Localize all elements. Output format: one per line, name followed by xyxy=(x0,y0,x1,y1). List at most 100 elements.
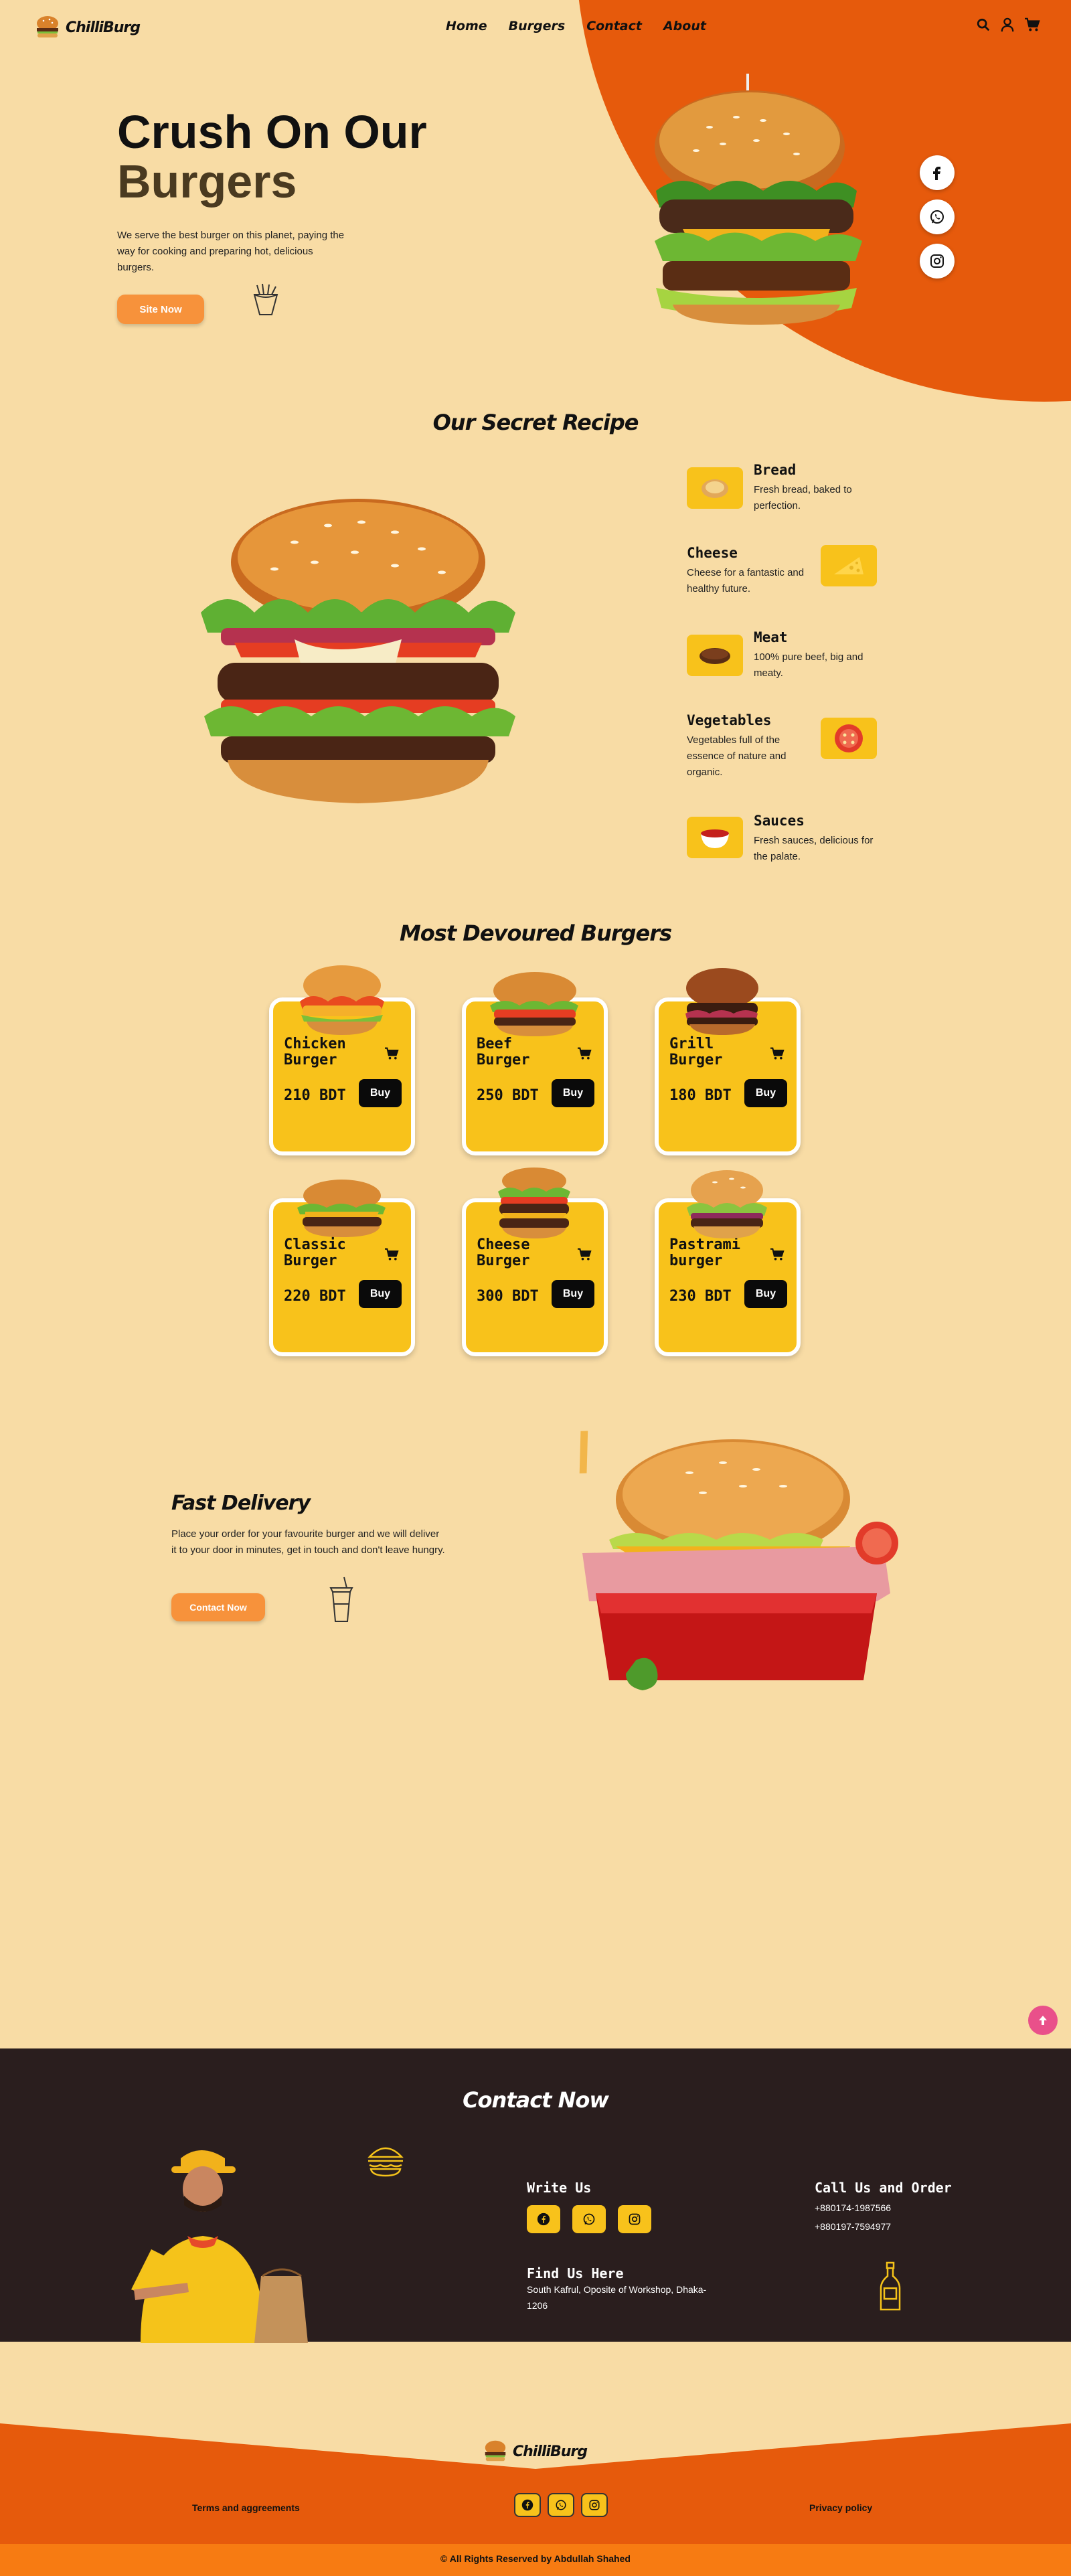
card-name: Chicken Burger xyxy=(284,1036,346,1068)
phone-number-2[interactable]: +880197-7594977 xyxy=(815,2219,891,2235)
buy-button[interactable]: Buy xyxy=(744,1280,787,1308)
user-icon[interactable] xyxy=(1000,17,1015,32)
recipe-section-title: Our Secret Recipe xyxy=(432,410,639,435)
cart-icon[interactable] xyxy=(384,1047,399,1060)
burger-logo-icon xyxy=(37,16,58,37)
burger-card-beef[interactable]: Beef Burger 250 BDT Buy xyxy=(462,964,608,1158)
ingredient-title: Bread xyxy=(754,462,797,478)
contact-now-button[interactable]: Contact Now xyxy=(171,1593,265,1621)
nav-home[interactable]: Home xyxy=(446,19,487,33)
terms-link[interactable]: Terms and aggreements xyxy=(192,2502,300,2513)
ingredient-title: Cheese xyxy=(687,545,738,561)
recipe-burger-image xyxy=(201,499,515,803)
main-nav: Home Burgers Contact About xyxy=(446,19,706,33)
burger-doodle-icon xyxy=(367,2147,404,2177)
card-price: 300 BDT xyxy=(477,1288,539,1305)
hero-social-icons xyxy=(920,155,955,278)
scroll-top-button[interactable] xyxy=(1028,2006,1058,2035)
ingredient-desc: Fresh bread, baked to perfection. xyxy=(754,484,852,511)
burger-card-classic[interactable]: Classic Burger 220 BDT Buy xyxy=(269,1165,415,1359)
hero-burger-image xyxy=(655,74,862,325)
card-price: 250 BDT xyxy=(477,1087,539,1104)
hero-title-line1: Crush On Our xyxy=(117,106,427,158)
cart-icon[interactable] xyxy=(577,1248,592,1261)
contact-instagram-icon[interactable] xyxy=(618,2205,651,2233)
beef-burger-image xyxy=(490,972,578,1036)
burger-card-pastrami[interactable]: Pastrami burger 230 BDT Buy xyxy=(655,1165,801,1359)
delivery-burger-image xyxy=(579,1431,898,1690)
burger-logo-icon xyxy=(485,2440,506,2462)
brand-name: ChilliBurg xyxy=(66,19,141,36)
ingredient-title: Meat xyxy=(754,629,788,645)
header-actions xyxy=(976,17,1040,32)
contact-whatsapp-icon[interactable] xyxy=(572,2205,606,2233)
cart-icon[interactable] xyxy=(384,1248,399,1261)
buy-button[interactable]: Buy xyxy=(359,1280,402,1308)
contact-section: Contact Now Write Us Find Us Here South … xyxy=(0,2048,1071,2343)
nav-burgers[interactable]: Burgers xyxy=(509,19,566,33)
hero-site-now-button[interactable]: Site Now xyxy=(117,295,204,324)
call-us-title: Call Us and Order xyxy=(815,2180,952,2196)
instagram-icon[interactable] xyxy=(920,244,955,278)
burger-card-chicken[interactable]: Chicken Burger 210 BDT Buy xyxy=(269,964,415,1158)
card-price: 220 BDT xyxy=(284,1288,346,1305)
delivery-title: Fast Delivery xyxy=(171,1492,311,1515)
drink-cup-doodle-icon xyxy=(329,1577,353,1622)
nav-contact[interactable]: Contact xyxy=(586,19,642,33)
ingredient-title: Sauces xyxy=(754,813,805,829)
cart-icon[interactable] xyxy=(770,1047,785,1060)
write-us-socials xyxy=(527,2205,651,2233)
footer-instagram-icon[interactable] xyxy=(581,2493,608,2517)
footer-socials xyxy=(514,2493,608,2517)
delivery-description: Place your order for your favourite burg… xyxy=(171,1528,445,1556)
cart-icon[interactable] xyxy=(1024,17,1040,32)
write-us-title: Write Us xyxy=(527,2180,592,2196)
burger-card-cheese[interactable]: Cheese Burger 300 BDT Buy xyxy=(462,1165,608,1359)
footer-facebook-icon[interactable] xyxy=(514,2493,541,2517)
buy-button[interactable]: Buy xyxy=(744,1079,787,1107)
search-icon[interactable] xyxy=(976,17,991,32)
copyright-text: © All Rights Reserved by Abdullah Shahed xyxy=(440,2553,631,2564)
pastrami-burger-image xyxy=(687,1170,767,1238)
buy-button[interactable]: Buy xyxy=(552,1280,594,1308)
card-price: 210 BDT xyxy=(284,1087,346,1104)
card-price: 230 BDT xyxy=(669,1288,732,1305)
card-price: 180 BDT xyxy=(669,1087,732,1104)
bottle-doodle-icon xyxy=(880,2261,901,2311)
classic-burger-image xyxy=(297,1180,386,1237)
privacy-link[interactable]: Privacy policy xyxy=(809,2502,872,2513)
buy-button[interactable]: Buy xyxy=(359,1079,402,1107)
footer-whatsapp-icon[interactable] xyxy=(548,2493,574,2517)
footer-brand-logo[interactable]: ChilliBurg xyxy=(482,2438,588,2465)
footer-section: ChilliBurg Terms and aggreements Privacy… xyxy=(0,2423,1071,2576)
ingredient-desc: Cheese for a fantastic and healthy futur… xyxy=(687,567,805,594)
hero-description: We serve the best burger on this planet,… xyxy=(117,230,345,273)
popular-section-title: Most Devoured Burgers xyxy=(399,920,672,946)
grill-burger-image xyxy=(685,968,758,1035)
buy-button[interactable]: Buy xyxy=(552,1079,594,1107)
hero-title-line2: Burgers xyxy=(117,155,297,208)
contact-facebook-icon[interactable] xyxy=(527,2205,560,2233)
cheese-icon xyxy=(821,545,877,586)
nav-about[interactable]: About xyxy=(663,19,706,33)
chicken-burger-image xyxy=(300,965,384,1035)
fries-doodle-icon xyxy=(253,283,278,315)
cart-icon[interactable] xyxy=(770,1248,785,1261)
footer-brand-name: ChilliBurg xyxy=(513,2443,588,2460)
arrow-up-icon xyxy=(1039,2016,1047,2025)
facebook-icon[interactable] xyxy=(920,155,955,190)
ingredient-title: Vegetables xyxy=(687,712,772,728)
sauce-bowl-icon xyxy=(687,817,743,858)
brand-logo[interactable]: ChilliBurg xyxy=(33,13,141,42)
whatsapp-icon[interactable] xyxy=(920,199,955,234)
meat-icon xyxy=(687,635,743,676)
delivery-man-image xyxy=(131,2150,308,2343)
card-name: Beef Burger xyxy=(477,1036,530,1068)
contact-title: Contact Now xyxy=(463,2087,609,2113)
cart-icon[interactable] xyxy=(577,1047,592,1060)
burger-card-grill[interactable]: Grill Burger 180 BDT Buy xyxy=(655,964,801,1158)
phone-number-1[interactable]: +880174-1987566 xyxy=(815,2200,891,2216)
orange-hero-blob xyxy=(0,0,1071,415)
card-name: Classic Burger xyxy=(284,1236,346,1269)
tomato-icon xyxy=(821,718,877,759)
